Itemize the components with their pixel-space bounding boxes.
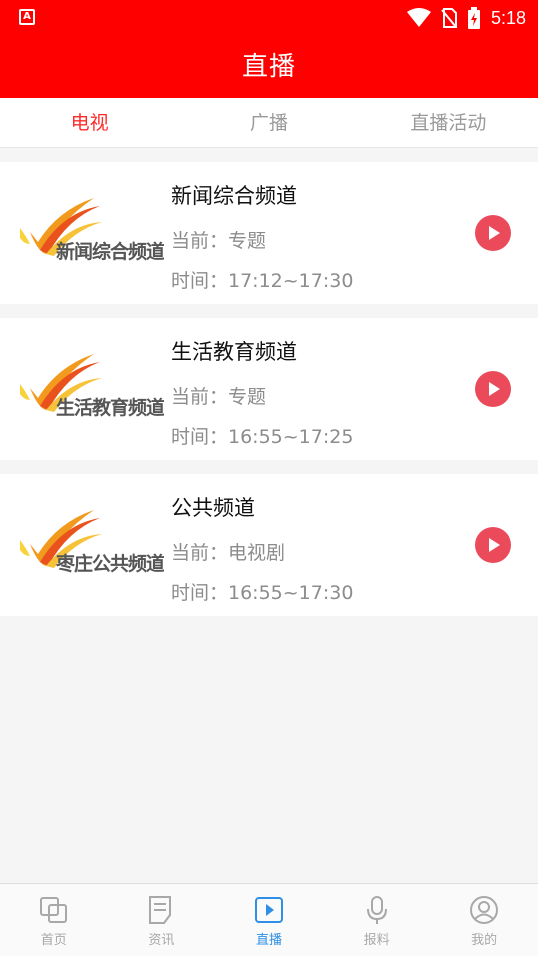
play-button[interactable] xyxy=(475,527,511,563)
nav-profile[interactable]: 我的 xyxy=(430,884,538,956)
microphone-icon xyxy=(366,896,387,924)
channel-logo-text: 枣庄公共频道 xyxy=(56,553,164,575)
status-time: 5:18 xyxy=(490,8,526,28)
nav-label: 直播 xyxy=(255,933,282,948)
channel-logo: 新闻综合频道 xyxy=(18,192,164,272)
nav-home[interactable]: 首页 xyxy=(0,884,108,956)
status-icons: 5:18 xyxy=(406,6,526,30)
tab-radio[interactable]: 广播 xyxy=(179,98,358,147)
tab-bar: 电视 广播 直播活动 xyxy=(0,98,538,148)
app-header: 直播 xyxy=(0,36,538,98)
bottom-nav: 首页 资讯 直播 报料 我的 xyxy=(0,883,538,956)
channel-card[interactable]: 生活教育频道 生活教育频道 当前：专题 时间：16:55~17:25 xyxy=(0,318,538,460)
nav-label: 首页 xyxy=(40,933,67,948)
channel-name: 公共频道 xyxy=(171,496,255,520)
channel-logo: 枣庄公共频道 xyxy=(18,504,164,584)
channel-logo: 生活教育频道 xyxy=(18,348,164,428)
channel-time: 时间：16:55~17:30 xyxy=(171,582,354,604)
channel-current-program: 当前：电视剧 xyxy=(171,542,286,564)
channel-logo-text: 新闻综合频道 xyxy=(56,241,164,263)
channel-name: 生活教育频道 xyxy=(171,340,297,364)
battery-charging-icon xyxy=(467,7,480,29)
channel-card[interactable]: 枣庄公共频道 公共频道 当前：电视剧 时间：16:55~17:30 xyxy=(0,474,538,616)
channel-list: 新闻综合频道 新闻综合频道 当前：专题 时间：17:12~17:30 生活教育频… xyxy=(0,162,538,630)
nav-report[interactable]: 报料 xyxy=(323,884,431,956)
channel-card[interactable]: 新闻综合频道 新闻综合频道 当前：专题 时间：17:12~17:30 xyxy=(0,162,538,304)
page-title: 直播 xyxy=(241,52,296,82)
news-doc-icon xyxy=(149,896,172,924)
channel-logo-text: 生活教育频道 xyxy=(56,397,164,419)
tab-live-events[interactable]: 直播活动 xyxy=(359,98,538,147)
play-icon xyxy=(489,538,500,552)
channel-current-program: 当前：专题 xyxy=(171,386,267,408)
status-bar: A 5:18 xyxy=(0,0,538,36)
home-squares-icon xyxy=(39,897,67,923)
nav-label: 我的 xyxy=(471,933,498,948)
channel-current-program: 当前：专题 xyxy=(171,230,267,252)
nav-news[interactable]: 资讯 xyxy=(108,884,216,956)
nav-label: 报料 xyxy=(363,933,390,948)
play-button[interactable] xyxy=(475,215,511,251)
play-button[interactable] xyxy=(475,371,511,407)
channel-time: 时间：16:55~17:25 xyxy=(171,426,354,448)
notification-a-icon: A xyxy=(19,9,35,25)
nav-label: 资讯 xyxy=(148,933,175,948)
user-icon xyxy=(470,896,499,924)
channel-time: 时间：17:12~17:30 xyxy=(171,270,354,292)
channel-name: 新闻综合频道 xyxy=(171,184,297,208)
tab-tv[interactable]: 电视 xyxy=(0,98,179,147)
live-play-icon xyxy=(254,897,283,923)
no-sim-icon xyxy=(441,8,457,28)
nav-live[interactable]: 直播 xyxy=(215,884,323,956)
play-icon xyxy=(489,382,500,396)
wifi-icon xyxy=(406,8,431,27)
play-icon xyxy=(489,226,500,240)
